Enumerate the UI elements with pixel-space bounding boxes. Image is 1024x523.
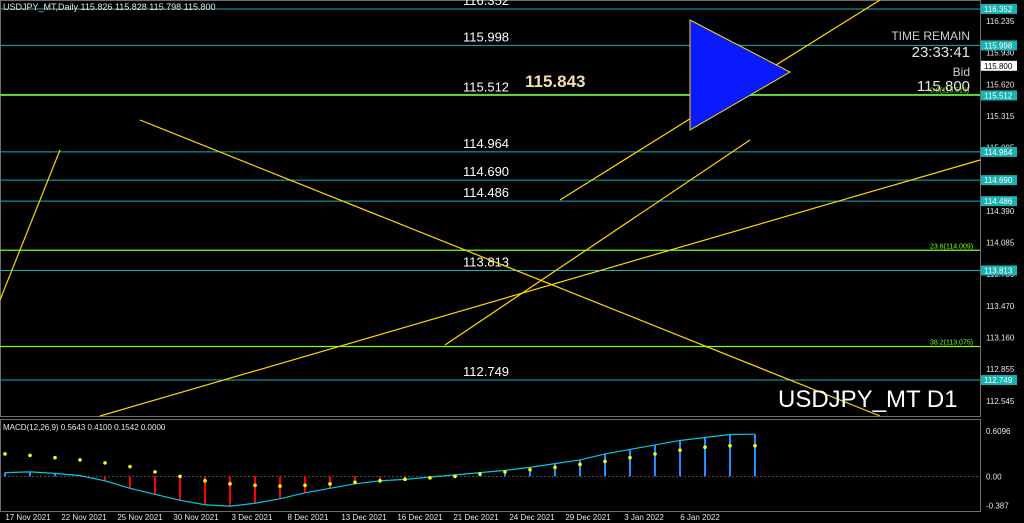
- price-level-tag-text-6: 113.813: [984, 266, 1013, 275]
- macd-signal-dot-20: [503, 470, 507, 474]
- date-tick-9: 24 Dec 2021: [509, 513, 555, 522]
- bid-value: 115.800: [916, 78, 970, 95]
- price-tick-10: 113.160: [986, 334, 1015, 343]
- macd-signal-dot-1: [28, 453, 32, 458]
- fib-label-2: 38.2(113.075): [930, 339, 973, 346]
- price-level-label-3: 114.964: [463, 136, 509, 151]
- date-tick-7: 16 Dec 2021: [397, 513, 443, 522]
- price-level-tag-text-7: 112.749: [984, 376, 1013, 385]
- macd-signal-dot-19: [478, 472, 482, 476]
- macd-panel-frame: [0, 419, 981, 512]
- date-tick-5: 8 Dec 2021: [288, 513, 329, 522]
- macd-line: [4, 433, 756, 507]
- trend-line-2: [99, 159, 981, 417]
- macd-header: MACD(12,26,9) 0.5643 0.4100 0.1542 0.000…: [3, 423, 166, 432]
- price-level-label-5: 114.486: [463, 185, 509, 200]
- time-remain-clock: 23:33:41: [911, 44, 970, 61]
- ohlc-values: 115.826 115.828 115.798 115.800: [80, 2, 216, 12]
- price-level-label-4: 114.690: [463, 164, 509, 179]
- macd-signal-dot-18: [453, 474, 457, 479]
- macd-signal-dot-15: [378, 479, 382, 483]
- macd-signal-dot-13: [328, 482, 332, 486]
- macd-signal-dot-17: [428, 476, 432, 480]
- current-price-text: 115.800: [984, 62, 1013, 71]
- date-tick-6: 13 Dec 2021: [341, 513, 387, 522]
- macd-signal-dot-30: [753, 443, 757, 448]
- macd-signal-dot-8: [203, 479, 207, 483]
- date-tick-12: 6 Jan 2022: [680, 513, 720, 522]
- bid-label: Bid: [952, 65, 970, 79]
- price-level-label-2: 115.512: [463, 79, 509, 94]
- price-annotation: 115.843: [525, 72, 586, 91]
- date-tick-0: 17 Nov 2021: [5, 513, 51, 522]
- macd-signal-dot-23: [578, 462, 582, 467]
- price-level-label-1: 115.998: [463, 29, 509, 44]
- price-tick-7: 114.085: [986, 238, 1015, 247]
- price-level-tag-text-3: 114.964: [984, 148, 1013, 157]
- price-level-label-7: 112.749: [463, 364, 509, 379]
- macd-signal-dot-0: [3, 452, 7, 456]
- macd-signal-dot-6: [153, 470, 157, 474]
- macd-signal-dot-26: [653, 452, 657, 456]
- macd-signal-dot-16: [403, 477, 407, 482]
- macd-signal-dot-25: [628, 455, 632, 460]
- fib-label-1: 23.6(114.009): [930, 243, 973, 250]
- price-level-tag-text-2: 115.512: [984, 91, 1013, 100]
- macd-signal-dot-28: [703, 445, 707, 449]
- macd-tick-2: -0.387: [986, 501, 1009, 510]
- macd-signal-dot-2: [53, 455, 57, 460]
- date-tick-10: 29 Dec 2021: [565, 513, 611, 522]
- macd-signal-dot-21: [528, 467, 532, 472]
- price-tick-6: 114.390: [986, 207, 1015, 216]
- price-level-label-6: 113.813: [463, 254, 509, 269]
- chart-title: USDJPY_MT,Daily: [3, 2, 79, 12]
- macd-signal-dot-22: [553, 465, 557, 470]
- macd-signal-dot-4: [103, 461, 107, 465]
- macd-signal-dot-29: [728, 443, 732, 448]
- macd-signal-dot-9: [228, 482, 232, 486]
- macd-signal-dot-27: [678, 448, 682, 452]
- date-tick-4: 3 Dec 2021: [232, 513, 273, 522]
- main-panel-frame: [0, 0, 981, 417]
- macd-signal-dot-3: [78, 458, 82, 462]
- price-tick-3: 115.315: [986, 112, 1015, 121]
- macd-tick-1: 0.00: [986, 472, 1002, 481]
- macd-signal-dot-12: [303, 483, 307, 488]
- trend-line-0: [0, 149, 61, 301]
- macd-tick-0: 0.6096: [986, 427, 1011, 436]
- date-tick-2: 25 Nov 2021: [117, 513, 163, 522]
- price-level-tag-text-0: 116.352: [984, 5, 1013, 14]
- price-tick-11: 112.855: [986, 365, 1015, 374]
- macd-signal-dot-11: [278, 484, 282, 488]
- price-tick-12: 112.545: [986, 397, 1015, 406]
- price-level-tag-text-4: 114.690: [984, 176, 1013, 185]
- date-tick-3: 30 Nov 2021: [173, 513, 219, 522]
- chart-header: USDJPY_MT,Daily 115.826 115.828 115.798 …: [3, 2, 216, 12]
- time-remain-label: TIME REMAIN: [891, 29, 970, 43]
- macd-signal-dot-7: [178, 474, 182, 479]
- price-tick-9: 113.470: [986, 302, 1015, 311]
- date-tick-1: 22 Nov 2021: [61, 513, 107, 522]
- date-tick-8: 21 Dec 2021: [453, 513, 499, 522]
- chart-canvas[interactable]: 116.235115.930115.620115.315115.005114.7…: [0, 0, 1024, 523]
- price-level-label-0: 116.352: [463, 0, 509, 8]
- symbol-label: USDJPY_MT D1: [778, 386, 958, 413]
- price-tick-2: 115.620: [986, 80, 1015, 89]
- macd-signal-dot-10: [253, 483, 257, 488]
- macd-signal-dot-14: [353, 480, 357, 485]
- macd-signal-dot-5: [128, 464, 132, 469]
- price-level-tag-text-5: 114.486: [984, 197, 1013, 206]
- price-tick-0: 116.235: [986, 17, 1015, 26]
- price-level-tag-text-1: 115.998: [984, 41, 1013, 50]
- macd-signal-dot-24: [603, 459, 607, 464]
- date-tick-11: 3 Jan 2022: [624, 513, 664, 522]
- triangle-pattern: [689, 19, 792, 131]
